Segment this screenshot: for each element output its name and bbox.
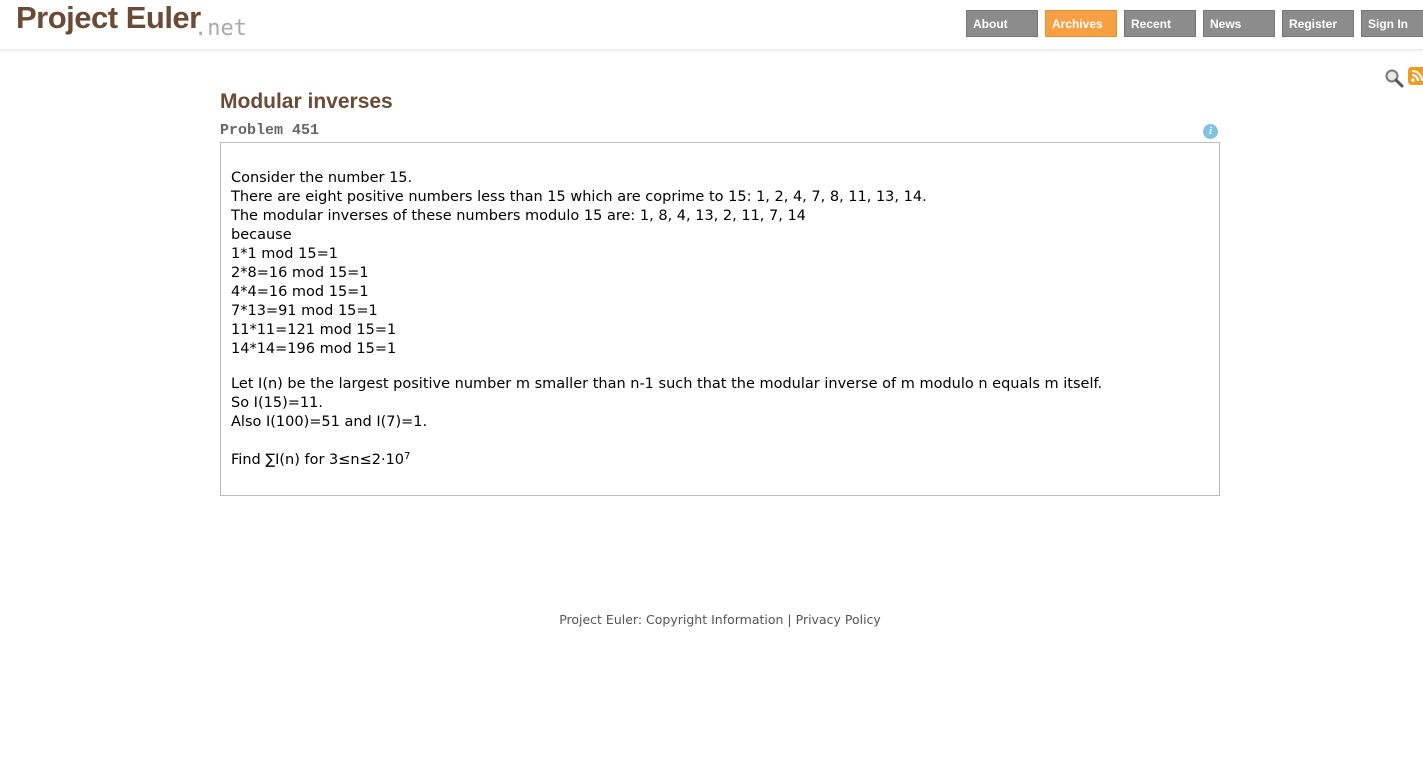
nav-recent-button[interactable]: Recent: [1124, 10, 1196, 37]
nav-news-button[interactable]: News: [1203, 10, 1275, 37]
content-line: 7*13=91 mod 15=1: [231, 303, 378, 319]
nav-archives-button[interactable]: Archives: [1045, 10, 1117, 37]
content-line: 1*1 mod 15=1: [231, 246, 338, 262]
content-line: 11*11=121 mod 15=1: [231, 322, 397, 338]
problem-content: Consider the number 15. There are eight …: [220, 142, 1220, 496]
content-line: So I(15)=11.: [231, 395, 323, 411]
footer-prefix: Project Euler:: [559, 612, 647, 627]
content-line: because: [231, 227, 292, 243]
rss-icon[interactable]: [1408, 67, 1423, 85]
problem-title: Modular inverses: [220, 90, 393, 113]
find-exponent: 7: [404, 451, 411, 462]
info-icon[interactable]: i: [1203, 124, 1218, 139]
footer-separator: |: [783, 612, 796, 627]
privacy-link[interactable]: Privacy Policy: [796, 612, 881, 627]
problem-number: Problem 451: [220, 122, 320, 139]
content-line: 14*14=196 mod 15=1: [231, 341, 397, 357]
content-line: Consider the number 15.: [231, 170, 413, 186]
site-footer: Project Euler: Copyright Information | P…: [0, 612, 1423, 627]
content-line: There are eight positive numbers less th…: [231, 189, 927, 205]
content-line: The modular inverses of these numbers mo…: [231, 208, 806, 224]
find-line: Find ∑I(n) for 3≤n≤2·107: [231, 447, 1209, 470]
nav-register-button[interactable]: Register: [1282, 10, 1354, 37]
logo-suffix-text: .net: [194, 16, 247, 41]
logo-main-text: Project Euler: [16, 0, 201, 35]
nav-about-button[interactable]: About: [966, 10, 1038, 37]
content-line: 2*8=16 mod 15=1: [231, 265, 369, 281]
copyright-link[interactable]: Copyright Information: [646, 612, 783, 627]
content-line: Also I(100)=51 and I(7)=1.: [231, 414, 428, 430]
search-icon[interactable]: [1384, 68, 1404, 88]
find-text: Find ∑I(n) for 3≤n≤2·10: [231, 452, 405, 468]
content-line: 4*4=16 mod 15=1: [231, 284, 369, 300]
content-line: Let I(n) be the largest positive number …: [231, 376, 1103, 392]
site-header: Project Euler .net About Archives Recent…: [0, 0, 1423, 50]
nav-sign-in-button[interactable]: Sign In: [1361, 10, 1423, 37]
